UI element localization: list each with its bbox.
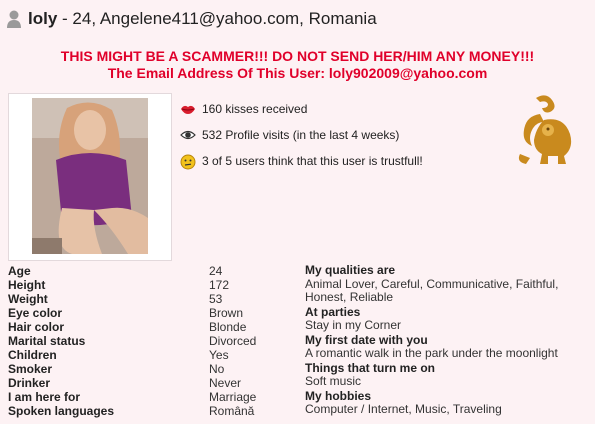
details-table: Age 24 Height 172 Weight 53 Eye color Brown … [8,264,298,418]
profile-visits: 532 Profile visits (in the last 4 weeks) [202,128,400,142]
stat-visits: 532 Profile visits (in the last 4 weeks) [180,122,423,148]
trust-rating: 3 of 5 users think that this user is tru… [202,154,423,168]
parties-heading: At parties [305,304,361,319]
detail-row: Spoken languages Română [8,404,255,418]
detail-row: Drinker Never [8,376,242,390]
leo-zodiac-icon [514,94,578,166]
warning-email-line: The Email Address Of This User: loly9020… [107,65,488,81]
hobbies-text: Computer / Internet, Music, Traveling [305,402,502,416]
profile-photo[interactable] [32,98,148,254]
qualities-heading: My qualities are [305,263,396,277]
first-date-heading: My first date with you [305,332,428,347]
profile-summary: - 24, Angelene411@yahoo.com, Romania [57,9,377,28]
profile-name: loly [28,9,58,28]
eye-icon [180,128,196,142]
qualities-text: Animal Lover, Careful, Communicative, Fa… [305,276,559,304]
lips-icon [180,102,196,116]
kisses-count: 160 kisses received [202,102,308,116]
detail-row: Age 24 [8,264,223,278]
detail-row: Weight 53 [8,292,223,306]
detail-row: Height 172 [8,278,230,292]
detail-row: Marital status Divorced [8,334,257,348]
scammer-warning: THIS MIGHT BE A SCAMMER!!! DO NOT SEND H… [0,48,595,82]
detail-row: Smoker No [8,362,225,376]
profile-stats: 160 kisses received 532 Profile visits (… [180,96,423,174]
detail-row: Children Yes [8,348,229,362]
detail-row: I am here for Marriage [8,390,257,404]
turn-ons-text: Soft music [305,374,362,388]
turn-ons-heading: Things that turn me on [305,360,435,375]
detail-row: Eye color Brown [8,306,244,320]
smiley-icon [180,154,196,170]
stat-kisses: 160 kisses received [180,96,423,122]
first-date-text: A romantic walk in the park under the mo… [305,346,558,360]
detail-row: Hair color Blonde [8,320,247,334]
about-section: My qualities are Animal Lover, Careful, … [305,263,590,418]
stat-trust: 3 of 5 users think that this user is tru… [180,148,423,174]
profile-photo-frame [8,93,172,261]
warning-line: THIS MIGHT BE A SCAMMER!!! DO NOT SEND H… [60,48,535,64]
person-icon [6,9,22,29]
parties-text: Stay in my Corner [305,318,402,332]
hobbies-heading: My hobbies [305,388,372,403]
profile-header: loly - 24, Angelene411@yahoo.com, Romani… [6,6,377,32]
